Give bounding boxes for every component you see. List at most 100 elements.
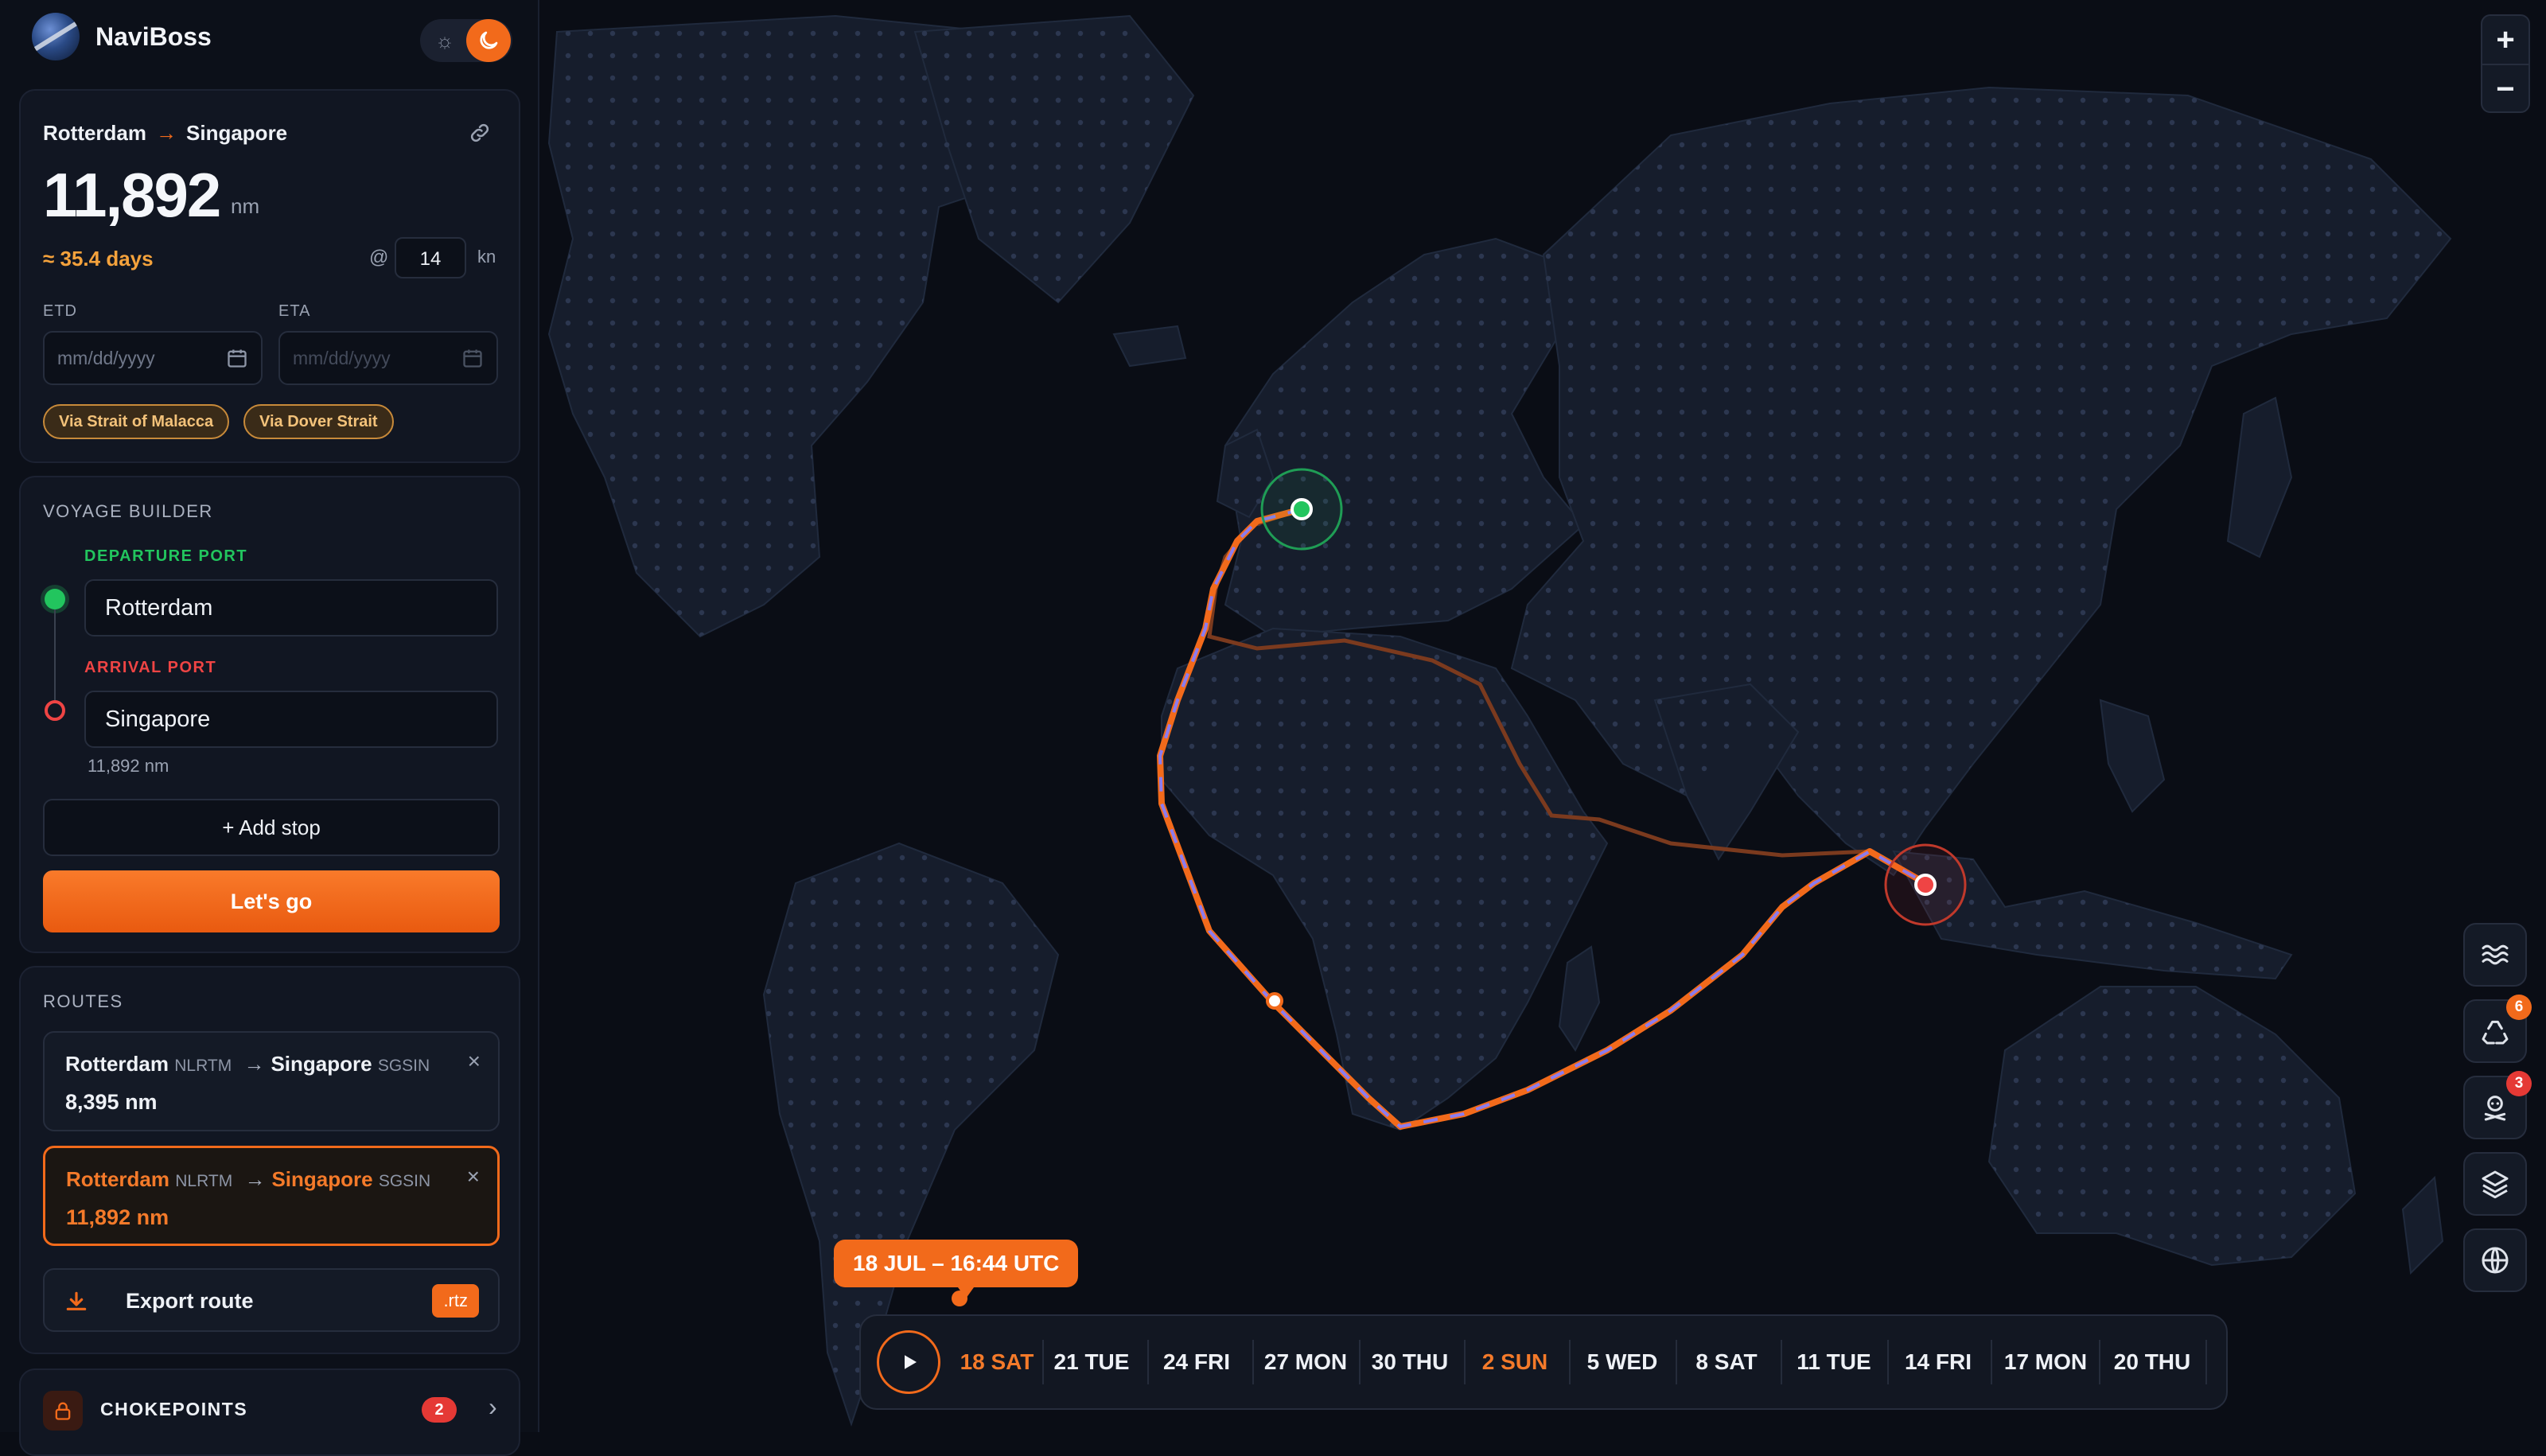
timeline-day[interactable]: 21 TUE (1044, 1316, 1139, 1408)
lets-go-button[interactable]: Let's go (43, 870, 500, 932)
recycle-badge: 6 (2506, 995, 2532, 1020)
summary-distance-unit: nm (231, 194, 260, 218)
recycle-button[interactable]: 6 (2463, 995, 2532, 1063)
etd-placeholder: mm/dd/yyyy (57, 348, 155, 368)
summary-distance: 11,892 (43, 160, 221, 230)
globe-icon (2482, 1247, 2509, 1274)
sun-icon[interactable]: ☼ (431, 27, 458, 54)
export-format-badge: .rtz (432, 1284, 479, 1318)
timeline-day[interactable]: 14 FRI (1889, 1316, 1987, 1408)
zoom-control: + − (2481, 14, 2530, 113)
calendar-icon[interactable] (226, 347, 248, 369)
summary-arrow: → (156, 121, 177, 145)
eta-date-input[interactable]: mm/dd/yyyy (278, 331, 498, 385)
arrival-marker (1914, 874, 1937, 896)
layers-button[interactable] (2463, 1152, 2527, 1216)
timeline-day[interactable]: 11 TUE (1782, 1316, 1886, 1408)
waves-button[interactable] (2463, 923, 2527, 987)
timeline-separator (2205, 1340, 2207, 1384)
speed-unit: kn (477, 247, 496, 267)
timeline-day[interactable]: 30 THU (1361, 1316, 1459, 1408)
builder-distance: 11,892 nm (88, 756, 169, 776)
export-route-label: Export route (126, 1289, 254, 1313)
departure-port-input[interactable]: Rotterdam (84, 579, 498, 637)
route-to: Singapore (271, 1167, 373, 1191)
add-stop-button[interactable]: + Add stop (43, 799, 500, 856)
route-distance: 11,892 nm (66, 1205, 169, 1229)
route-from: Rotterdam (66, 1167, 170, 1191)
sidebar: NaviBoss ☼ Rotterdam → Singapore 11,892 nm… (0, 0, 539, 1456)
waves-icon (2482, 944, 2509, 965)
chokepoints-title: CHOKEPOINTS (100, 1399, 248, 1419)
globe-logo-icon (32, 13, 80, 60)
route-to-code: SGSIN (377, 1057, 430, 1075)
route-arrow: → (244, 1167, 266, 1191)
timeline-bar[interactable]: 18 SAT 21 TUE 24 FRI 27 MON 30 THU 2 SUN… (859, 1314, 2228, 1410)
calendar-icon[interactable] (461, 347, 484, 369)
eta-placeholder: mm/dd/yyyy (293, 348, 391, 368)
export-route-button[interactable]: Export route .rtz (43, 1268, 500, 1332)
timeline-current-time: 18 JUL – 16:44 UTC (834, 1240, 1079, 1298)
chokepoints-card[interactable]: CHOKEPOINTS 2 › (19, 1368, 520, 1456)
timeline-day[interactable]: 20 THU (2100, 1316, 2204, 1408)
zoom-out-button[interactable]: − (2482, 64, 2528, 113)
timeline-day[interactable]: 5 WED (1571, 1316, 1674, 1408)
etd-date-input[interactable]: mm/dd/yyyy (43, 331, 263, 385)
chokepoints-count-badge: 2 (422, 1397, 457, 1423)
route-item-title: Rotterdam NLRTM → Singapore SGSIN (66, 1167, 430, 1192)
play-icon (905, 1355, 917, 1369)
timeline-day[interactable]: 2 SUN (1466, 1316, 1564, 1408)
route-arrow: → (243, 1052, 265, 1076)
routes-card: ROUTES Rotterdam NLRTM → Singapore SGSIN … (19, 966, 520, 1354)
departure-marker (1291, 498, 1313, 520)
pirate-button[interactable]: 3 (2463, 1071, 2532, 1139)
speed-input[interactable]: 14 (395, 237, 466, 278)
moon-icon[interactable] (466, 19, 511, 62)
timeline-pin[interactable] (952, 1291, 967, 1306)
voyage-builder-card: VOYAGE BUILDER DEPARTURE PORT Rotterdam … (19, 476, 520, 953)
close-icon[interactable]: × (468, 1049, 481, 1074)
eta-label: ETA (278, 302, 311, 320)
pirate-badge: 3 (2506, 1071, 2532, 1096)
lock-icon (43, 1391, 83, 1431)
voyage-builder-title: VOYAGE BUILDER (43, 501, 213, 521)
timeline-day[interactable]: 8 SAT (1677, 1316, 1776, 1408)
route-to: Singapore (271, 1052, 372, 1076)
summary-days: ≈ 35.4 days (43, 247, 154, 271)
summary-route: Rotterdam → Singapore (43, 121, 287, 146)
route-item-active[interactable]: Rotterdam NLRTM → Singapore SGSIN 11,892 … (43, 1146, 500, 1246)
route-from-code: NLRTM (174, 1057, 232, 1075)
arrival-port-label: ARRIVAL PORT (84, 659, 217, 676)
layers-icon (2482, 1170, 2509, 1199)
route-item[interactable]: Rotterdam NLRTM → Singapore SGSIN 8,395 n… (43, 1031, 500, 1131)
timeline-day[interactable]: 17 MON (1992, 1316, 2099, 1408)
download-icon (66, 1291, 87, 1310)
chevron-right-icon[interactable]: › (489, 1392, 497, 1422)
theme-toggle[interactable]: ☼ (420, 19, 512, 62)
recycle-icon (2482, 1020, 2509, 1045)
summary-from: Rotterdam (43, 121, 147, 145)
chip-strait-of-malacca[interactable]: Via Strait of Malacca (43, 404, 230, 439)
timeline-day[interactable]: 24 FRI (1149, 1316, 1244, 1408)
timeline-day[interactable]: 27 MON (1254, 1316, 1357, 1408)
zoom-in-button[interactable]: + (2482, 16, 2528, 64)
chip-dover-strait[interactable]: Via Dover Strait (243, 404, 394, 439)
route-from-code: NLRTM (175, 1172, 233, 1190)
brand: NaviBoss (32, 13, 212, 60)
etd-label: ETD (43, 302, 77, 320)
route-item-title: Rotterdam NLRTM → Singapore SGSIN (65, 1052, 430, 1076)
play-button[interactable] (877, 1330, 940, 1394)
port-connector (54, 609, 56, 700)
departure-dot (45, 589, 65, 609)
routes-title: ROUTES (43, 991, 123, 1011)
speed-at-label: @ (369, 247, 389, 268)
arrival-port-input[interactable]: Singapore (84, 691, 498, 748)
timeline-day[interactable]: 18 SAT (953, 1316, 1041, 1408)
close-icon[interactable]: × (467, 1164, 480, 1189)
summary-to: Singapore (186, 121, 288, 145)
link-icon[interactable] (468, 121, 492, 145)
app-name: NaviBoss (95, 21, 212, 51)
arrival-dot (45, 700, 65, 721)
route-to-code: SGSIN (378, 1172, 431, 1190)
globe-button[interactable] (2463, 1228, 2527, 1292)
